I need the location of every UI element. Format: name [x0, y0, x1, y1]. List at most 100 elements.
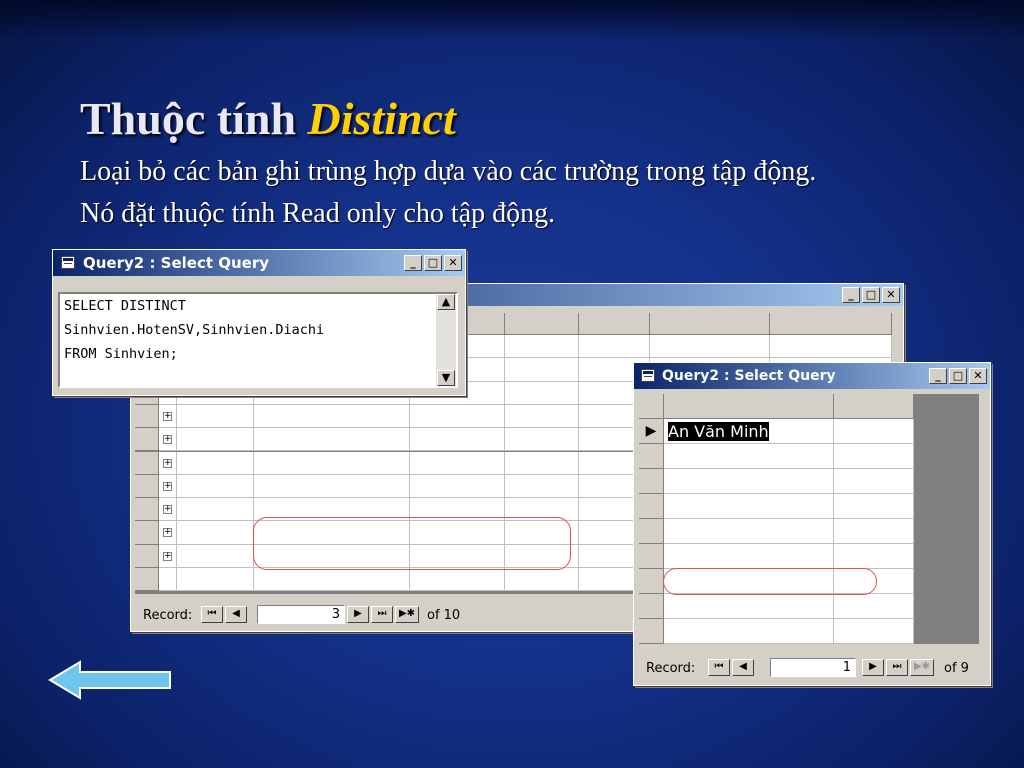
- sql-editor[interactable]: SELECT DISTINCT Sinhvien.HotenSV,Sinhvie…: [58, 292, 458, 388]
- table-cell-id[interactable]: [177, 428, 254, 452]
- table-cell-addr[interactable]: [505, 404, 579, 429]
- result-cell-addr[interactable]: [834, 494, 914, 519]
- row-selector[interactable]: [135, 428, 159, 452]
- close-icon[interactable]: ✕: [882, 287, 900, 303]
- back-arrow-icon[interactable]: [48, 660, 174, 700]
- last-record-button[interactable]: ⏭: [371, 606, 393, 623]
- result-cell-name[interactable]: [664, 519, 834, 544]
- table-cell-id[interactable]: [177, 544, 254, 568]
- first-record-button[interactable]: ⏮: [201, 606, 223, 623]
- column-header[interactable]: [579, 313, 650, 335]
- new-row-cell[interactable]: [254, 568, 410, 592]
- column-header[interactable]: [770, 313, 892, 335]
- result-cell-name[interactable]: [664, 544, 834, 569]
- row-selector[interactable]: [639, 444, 664, 469]
- next-record-button[interactable]: ▶: [347, 606, 369, 623]
- last-record-button[interactable]: ⏭: [886, 659, 908, 676]
- close-icon[interactable]: ✕: [969, 368, 987, 384]
- result-window-titlebar[interactable]: Query2 : Select Query _ □ ✕: [634, 363, 990, 389]
- result-cell-name[interactable]: [664, 494, 834, 519]
- scroll-down-icon[interactable]: ▼: [437, 370, 455, 386]
- row-selector[interactable]: [135, 404, 159, 429]
- table-cell-name[interactable]: [254, 404, 410, 429]
- result-cell-name[interactable]: An Văn Minh: [664, 419, 834, 444]
- table-cell-id[interactable]: [177, 498, 254, 522]
- result-cell-name[interactable]: [664, 619, 834, 644]
- row-selector[interactable]: [135, 451, 159, 475]
- result-cell-addr[interactable]: [834, 544, 914, 569]
- result-cell-addr[interactable]: [834, 469, 914, 494]
- result-cell-addr[interactable]: [834, 594, 914, 619]
- result-cell-addr[interactable]: [834, 419, 914, 444]
- column-header[interactable]: [834, 394, 914, 419]
- new-record-button[interactable]: ▶✱: [395, 606, 419, 623]
- maximize-icon[interactable]: □: [424, 255, 442, 271]
- record-number-input[interactable]: 1: [770, 658, 856, 677]
- table-cell-id[interactable]: [177, 451, 254, 475]
- minimize-icon[interactable]: _: [404, 255, 422, 271]
- prev-record-button[interactable]: ◀: [225, 606, 247, 623]
- table-cell-malop[interactable]: [770, 335, 892, 359]
- table-cell-name[interactable]: [254, 474, 410, 499]
- expand-icon[interactable]: +: [163, 481, 172, 491]
- maximize-icon[interactable]: □: [862, 287, 880, 303]
- minimize-icon[interactable]: _: [929, 368, 947, 384]
- first-record-button[interactable]: ⏮: [708, 659, 730, 676]
- result-cell-name[interactable]: [664, 594, 834, 619]
- table-cell-addr[interactable]: [505, 335, 579, 359]
- table-cell-c1[interactable]: [410, 474, 505, 499]
- table-cell-addr[interactable]: [505, 428, 579, 452]
- row-selector[interactable]: [135, 521, 159, 545]
- sql-scrollbar[interactable]: ▲ ▼: [436, 294, 456, 386]
- table-cell-name[interactable]: [254, 451, 410, 475]
- table-cell-addr[interactable]: [505, 358, 579, 382]
- column-header[interactable]: [664, 394, 834, 419]
- maximize-icon[interactable]: □: [949, 368, 967, 384]
- result-cell-addr[interactable]: [834, 519, 914, 544]
- sql-window-titlebar[interactable]: Query2 : Select Query _ □ ✕: [53, 250, 465, 276]
- row-selector[interactable]: ▶: [639, 419, 664, 444]
- expand-icon[interactable]: +: [163, 411, 172, 421]
- row-selector[interactable]: [639, 519, 664, 544]
- table-cell-id[interactable]: [177, 404, 254, 429]
- row-selector[interactable]: [639, 594, 664, 619]
- table-cell-c1[interactable]: [410, 404, 505, 429]
- row-selector[interactable]: [639, 494, 664, 519]
- expand-icon[interactable]: +: [163, 435, 172, 445]
- expand-icon[interactable]: +: [163, 528, 172, 538]
- scroll-up-icon[interactable]: ▲: [437, 294, 455, 310]
- result-cell-name[interactable]: [664, 469, 834, 494]
- new-row-cell[interactable]: [410, 568, 505, 592]
- new-row-cell[interactable]: [177, 568, 254, 592]
- row-selector[interactable]: [639, 619, 664, 644]
- record-number-input[interactable]: 3: [257, 605, 345, 624]
- row-selector[interactable]: [639, 569, 664, 594]
- expand-icon[interactable]: +: [163, 551, 172, 561]
- column-header[interactable]: [505, 313, 579, 335]
- table-cell-addr[interactable]: [505, 474, 579, 499]
- table-cell-name[interactable]: [254, 428, 410, 452]
- table-cell-addr[interactable]: [505, 451, 579, 475]
- row-selector[interactable]: [135, 498, 159, 522]
- prev-record-button[interactable]: ◀: [732, 659, 754, 676]
- expand-icon[interactable]: +: [163, 505, 172, 515]
- row-selector[interactable]: [135, 474, 159, 499]
- table-cell-score[interactable]: [650, 335, 770, 359]
- table-cell-c1[interactable]: [410, 428, 505, 452]
- close-icon[interactable]: ✕: [444, 255, 462, 271]
- expand-icon[interactable]: +: [163, 458, 172, 468]
- next-record-button[interactable]: ▶: [862, 659, 884, 676]
- new-row-cell[interactable]: [505, 568, 579, 592]
- row-selector[interactable]: [135, 544, 159, 568]
- table-cell-id[interactable]: [177, 474, 254, 499]
- table-cell-c1[interactable]: [410, 451, 505, 475]
- result-cell-name[interactable]: [664, 444, 834, 469]
- column-header[interactable]: [650, 313, 770, 335]
- result-cell-addr[interactable]: [834, 444, 914, 469]
- new-record-button[interactable]: ▶✱: [910, 659, 934, 676]
- row-selector[interactable]: [639, 469, 664, 494]
- minimize-icon[interactable]: _: [842, 287, 860, 303]
- result-cell-addr[interactable]: [834, 619, 914, 644]
- table-cell-sex[interactable]: [579, 335, 650, 359]
- table-cell-addr[interactable]: [505, 381, 579, 405]
